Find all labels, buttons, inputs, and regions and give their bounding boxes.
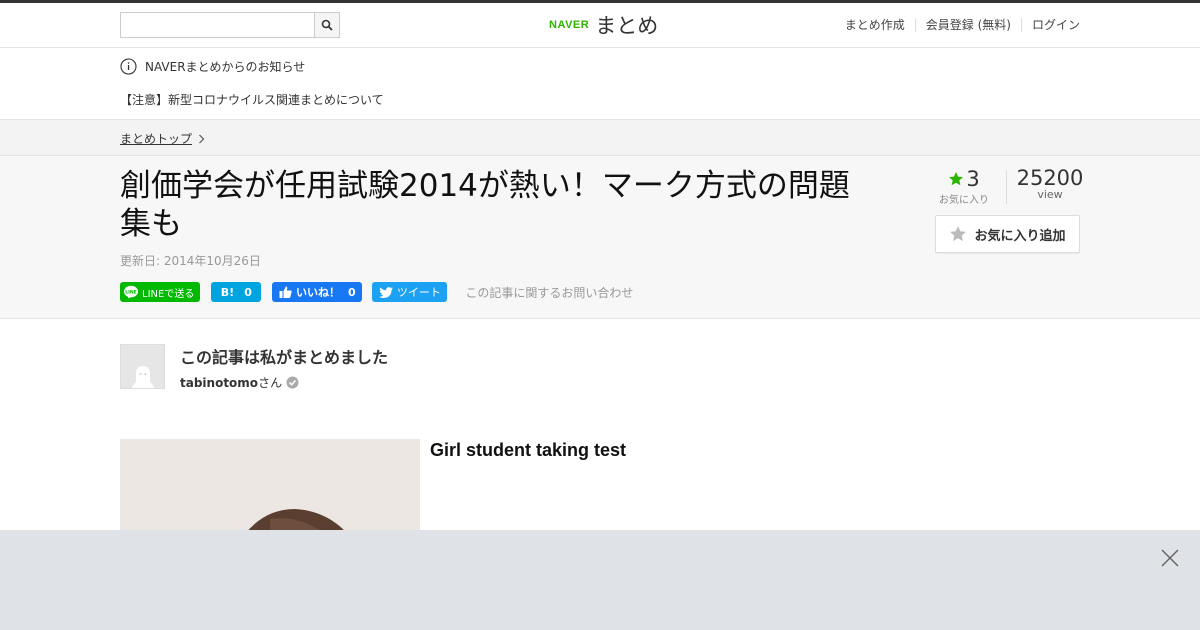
breadcrumb-top-link[interactable]: まとめトップ (120, 130, 192, 147)
create-matome-link[interactable]: まとめ作成 (835, 18, 915, 32)
tweet-label: ツイート (396, 286, 441, 299)
info-icon (120, 58, 137, 75)
search-icon (321, 19, 333, 31)
share-buttons: LINE LINEで送る B! 0 いいね！ 0 ツイート この記事に関するお問… (120, 282, 633, 302)
star-outline-icon (950, 226, 967, 242)
line-share-label: LINEで送る (142, 288, 195, 300)
logo-brand: NAVER (549, 19, 590, 31)
views-count: 25200 (1016, 166, 1084, 190)
top-nav: まとめ作成 会員登録 (無料) ログイン (835, 18, 1080, 32)
logo-text: まとめ (595, 14, 659, 38)
hatena-label: B! (220, 285, 235, 299)
author-name: tabinotomoさん (180, 374, 299, 391)
updated-date: 更新日: 2014年10月26日 (120, 254, 261, 268)
author-username-link[interactable]: tabinotomo (180, 376, 258, 390)
chevron-right-icon (199, 134, 205, 143)
register-link[interactable]: 会員登録 (無料) (914, 18, 1021, 32)
favorites-count: 3 (966, 167, 980, 191)
inquiry-link[interactable]: この記事に関するお問い合わせ (465, 284, 633, 301)
article-header: 創価学会が任用試験2014が熱い！マーク方式の問題集も 更新日: 2014年10… (0, 156, 1200, 319)
close-icon (1161, 549, 1179, 567)
facebook-like-button[interactable]: いいね！ 0 (272, 282, 363, 302)
line-share-button[interactable]: LINE LINEで送る (120, 282, 201, 302)
favorites-label: お気に入り (939, 195, 989, 206)
notice-heading-text: NAVERまとめからのお知らせ (145, 60, 306, 74)
login-link[interactable]: ログイン (1020, 18, 1080, 32)
page-title: 創価学会が任用試験2014が熱い！マーク方式の問題集も (120, 168, 850, 242)
views-stat: 25200 view (1016, 166, 1084, 201)
avatar[interactable] (120, 344, 165, 389)
twitter-bird-icon (378, 286, 393, 298)
search-button[interactable] (314, 12, 340, 38)
breadcrumb-bar: まとめトップ (0, 119, 1200, 156)
notice-area: NAVERまとめからのお知らせ 【注意】新型コロナウイルス関連まとめについて (0, 48, 1200, 119)
hatena-bookmark-button[interactable]: B! 0 (211, 282, 262, 302)
line-icon: LINE (124, 285, 138, 299)
overlay-close-button[interactable] (1160, 548, 1180, 568)
hatena-count: 0 (244, 285, 252, 299)
svg-text:LINE: LINE (125, 289, 137, 295)
favorites-stat: 3 お気に入り (930, 167, 998, 206)
default-avatar-icon (131, 366, 154, 388)
notice-item-link[interactable]: 【注意】新型コロナウイルス関連まとめについて (120, 91, 384, 108)
facebook-like-label: いいね！ (296, 286, 340, 299)
star-icon (949, 172, 964, 186)
facebook-like-count: 0 (348, 285, 356, 299)
site-logo[interactable]: NAVER まとめ (549, 10, 658, 40)
verified-check-icon (286, 376, 299, 389)
breadcrumb: まとめトップ (120, 130, 205, 147)
bottom-overlay-banner (0, 530, 1200, 630)
author-heading: この記事は私がまとめました (180, 348, 389, 367)
top-bar: NAVER まとめ まとめ作成 会員登録 (無料) ログイン (0, 0, 1200, 48)
tweet-button[interactable]: ツイート (372, 282, 448, 302)
thumbs-up-icon (279, 286, 292, 298)
author-box: この記事は私がまとめました tabinotomoさん (120, 344, 720, 394)
author-suffix: さん (258, 376, 283, 390)
add-favorite-button[interactable]: お気に入り追加 (935, 215, 1080, 253)
search-box (120, 12, 340, 38)
stat-divider (1006, 170, 1007, 204)
add-favorite-label: お気に入り追加 (974, 228, 1066, 244)
photo-caption: Girl student taking test (430, 440, 627, 460)
search-input[interactable] (120, 12, 315, 38)
notice-heading: NAVERまとめからのお知らせ (120, 58, 305, 75)
